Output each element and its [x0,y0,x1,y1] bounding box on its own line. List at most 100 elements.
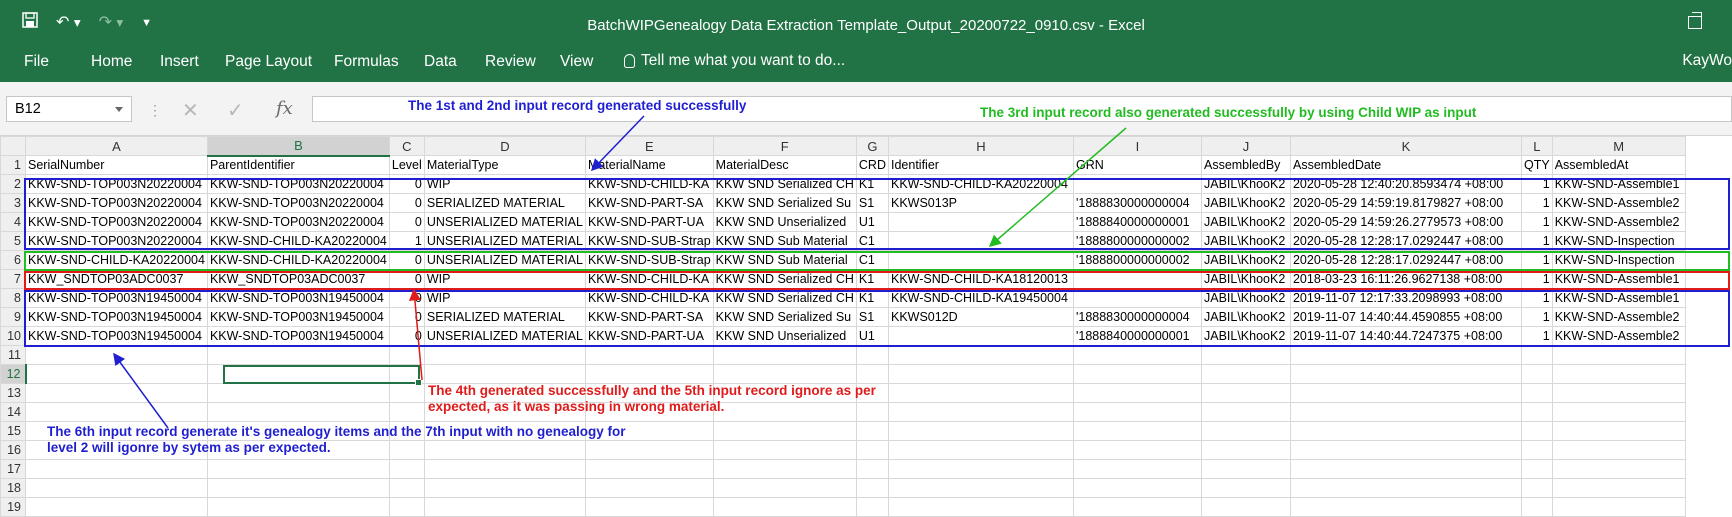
cell-j13[interactable] [1200,383,1291,403]
cell-i10[interactable]: '1888840000000001 [1072,326,1202,346]
column-header-a[interactable]: A [25,136,208,156]
cell-b19[interactable] [206,497,390,517]
cell-j12[interactable] [1200,364,1291,384]
tab-review[interactable]: Review [485,52,536,72]
cell-i17[interactable] [1072,459,1202,479]
cell-h9[interactable]: KKWS012D [887,307,1074,327]
cell-l2[interactable]: 1 [1520,174,1553,194]
cell-a7[interactable]: KKW_SNDTOP03ADC0037 [25,269,208,289]
column-header-l[interactable]: L [1520,136,1553,156]
cell-m2[interactable]: KKW-SND-Assemble1 [1551,174,1686,194]
cell-k15[interactable] [1289,421,1522,441]
cell-c1[interactable]: Level [388,155,425,175]
cell-b11[interactable] [206,345,390,365]
cell-g4[interactable]: U1 [855,212,889,232]
cell-d17[interactable] [423,459,586,479]
cell-c3[interactable]: 0 [388,193,425,213]
cell-a11[interactable] [25,345,208,365]
cell-e4[interactable]: KKW-SND-PART-UA [584,212,714,232]
tab-data[interactable]: Data [424,52,457,72]
active-cell-b12[interactable] [223,365,422,386]
cell-f3[interactable]: KKW SND Serialized Su [712,193,857,213]
cell-m8[interactable]: KKW-SND-Assemble1 [1551,288,1686,308]
cell-g9[interactable]: S1 [855,307,889,327]
cell-c11[interactable] [388,345,425,365]
cell-l5[interactable]: 1 [1520,231,1553,251]
cell-h15[interactable] [887,421,1074,441]
cell-i15[interactable] [1072,421,1202,441]
tab-insert[interactable]: Insert [160,52,199,72]
row-header[interactable]: 7 [0,269,26,289]
row-header[interactable]: 13 [0,383,26,403]
cell-a12[interactable] [25,364,208,384]
cell-m14[interactable] [1551,402,1686,422]
cell-i19[interactable] [1072,497,1202,517]
cell-l18[interactable] [1520,478,1553,498]
cell-b3[interactable]: KKW-SND-TOP003N20220004 [206,193,390,213]
cell-j4[interactable]: JABIL\KhooK2 [1200,212,1291,232]
cell-l17[interactable] [1520,459,1553,479]
drag-handle-icon[interactable]: ⋮ [148,102,162,119]
cell-j16[interactable] [1200,440,1291,460]
cell-k3[interactable]: 2020-05-29 14:59:19.8179827 +08:00 [1289,193,1522,213]
cell-m5[interactable]: KKW-SND-Inspection [1551,231,1686,251]
cell-i18[interactable] [1072,478,1202,498]
cell-g17[interactable] [855,459,889,479]
cell-m10[interactable]: KKW-SND-Assemble2 [1551,326,1686,346]
cell-f2[interactable]: KKW SND Serialized CH [712,174,857,194]
cell-m17[interactable] [1551,459,1686,479]
cell-a9[interactable]: KKW-SND-TOP003N19450004 [25,307,208,327]
cell-f5[interactable]: KKW SND Sub Material [712,231,857,251]
cell-l3[interactable]: 1 [1520,193,1553,213]
column-header-e[interactable]: E [584,136,714,156]
cell-k6[interactable]: 2020-05-28 12:28:17.0292447 +08:00 [1289,250,1522,270]
cell-g8[interactable]: K1 [855,288,889,308]
cell-a5[interactable]: KKW-SND-TOP003N20220004 [25,231,208,251]
cell-h2[interactable]: KKW-SND-CHILD-KA20220004 [887,174,1074,194]
cell-h19[interactable] [887,497,1074,517]
cell-h5[interactable] [887,231,1074,251]
cell-i13[interactable] [1072,383,1202,403]
cell-m18[interactable] [1551,478,1686,498]
cell-b18[interactable] [206,478,390,498]
cell-i8[interactable] [1072,288,1202,308]
row-header[interactable]: 1 [0,155,26,175]
cell-j2[interactable]: JABIL\KhooK2 [1200,174,1291,194]
cell-h16[interactable] [887,440,1074,460]
cell-j14[interactable] [1200,402,1291,422]
cell-f18[interactable] [712,478,857,498]
cell-k19[interactable] [1289,497,1522,517]
cell-e10[interactable]: KKW-SND-PART-UA [584,326,714,346]
cell-f14[interactable] [712,402,857,422]
cell-a17[interactable] [25,459,208,479]
cell-e5[interactable]: KKW-SND-SUB-Strap [584,231,714,251]
cell-m16[interactable] [1551,440,1686,460]
cell-d5[interactable]: UNSERIALIZED MATERIAL [423,231,586,251]
cell-e7[interactable]: KKW-SND-CHILD-KA [584,269,714,289]
cell-j6[interactable]: JABIL\KhooK2 [1200,250,1291,270]
cell-c19[interactable] [388,497,425,517]
cell-e12[interactable] [584,364,714,384]
cell-k12[interactable] [1289,364,1522,384]
cell-g18[interactable] [855,478,889,498]
cell-c18[interactable] [388,478,425,498]
cell-f19[interactable] [712,497,857,517]
cell-f15[interactable] [712,421,857,441]
cell-b17[interactable] [206,459,390,479]
cell-b14[interactable] [206,402,390,422]
cell-b9[interactable]: KKW-SND-TOP003N19450004 [206,307,390,327]
cell-l4[interactable]: 1 [1520,212,1553,232]
cell-e16[interactable] [584,440,714,460]
cell-f17[interactable] [712,459,857,479]
cell-k1[interactable]: AssembledDate [1289,155,1522,175]
cell-j18[interactable] [1200,478,1291,498]
row-header[interactable]: 19 [0,497,26,517]
row-header[interactable]: 15 [0,421,26,441]
cell-m1[interactable]: AssembledAt [1551,155,1686,175]
row-header[interactable]: 17 [0,459,26,479]
cell-i9[interactable]: '1888830000000004 [1072,307,1202,327]
cell-e1[interactable]: MaterialName [584,155,714,175]
cell-d12[interactable] [423,364,586,384]
cell-m11[interactable] [1551,345,1686,365]
row-header[interactable]: 4 [0,212,26,232]
